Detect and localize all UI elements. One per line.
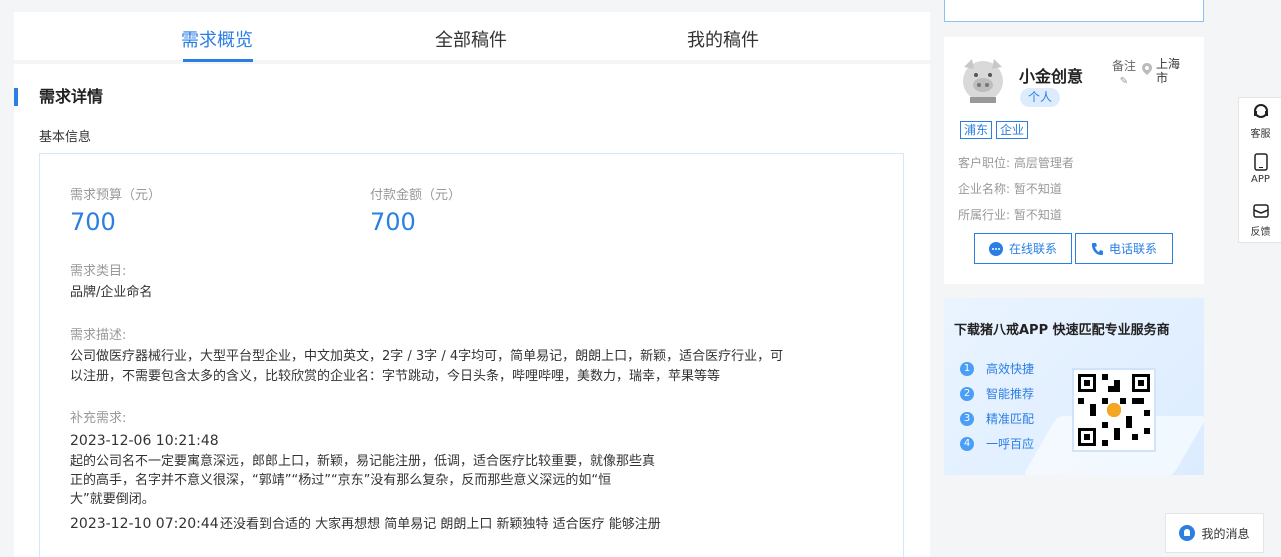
client-profile-card: 小金创意 个人 备注 ✎ 上海 市 浦东 企业 客户职位: 高层管理者 企业名称… [944, 37, 1204, 284]
tab-bar: 需求概览 全部稿件 我的稿件 [14, 12, 930, 64]
edit-icon: ✎ [1119, 76, 1129, 87]
supplement-line: 大”就要倒闭。 [70, 492, 155, 507]
company-row: 企业名称: 暂不知道 [958, 180, 1062, 197]
supplement-label: 补充需求: [70, 411, 127, 426]
qr-code [1072, 368, 1156, 452]
my-messages-button[interactable]: 我的消息 [1165, 513, 1264, 553]
section-subtitle: 基本信息 [39, 130, 92, 145]
location-line: 市 [1156, 71, 1169, 85]
note-label: 备注 [1111, 59, 1136, 73]
tab-all-submissions[interactable]: 全部稿件 [435, 26, 507, 52]
supplement-line: 正的高手，名字并不意义很深，“郭靖”“杨过”“京东”没有那么复杂，反而那些意义深… [70, 473, 612, 488]
feedback-button[interactable]: 反馈 [1239, 202, 1281, 238]
budget-label: 需求预算（元） [70, 188, 162, 203]
online-contact-label: 在线联系 [1008, 242, 1057, 256]
company-label: 企业名称: [958, 182, 1011, 196]
paid-label: 付款金额（元） [370, 188, 462, 203]
mobile-phone-icon [1253, 153, 1268, 171]
category-label: 需求类目: [70, 264, 127, 279]
phone-icon [1091, 242, 1103, 255]
top-right-card [944, 0, 1204, 22]
supplement-line: 起的公司名不一定要寓意深远，郎郎上口，新颖，易记能注册，低调，适合医疗比较重要，… [70, 454, 656, 469]
app-download-banner[interactable]: 下载猪八戒APP 快速匹配专业服务商 1 高效快捷 2 智能推荐 3 精准匹配 … [944, 298, 1204, 475]
supplement-time: 2023-12-06 10:21:48 [70, 433, 219, 449]
promo-title: 下载猪八戒APP 快速匹配专业服务商 [954, 323, 1170, 338]
feedback-icon [1252, 204, 1269, 218]
phone-contact-button[interactable]: 电话联系 [1075, 233, 1173, 264]
description-label: 需求描述: [70, 328, 127, 343]
position-row: 客户职位: 高层管理者 [958, 154, 1074, 171]
chat-bubble-icon [988, 241, 1003, 256]
my-messages-label: 我的消息 [1201, 526, 1250, 541]
description-line: 以注册，不需要包含太多的含义，比较欣赏的企业名：字节跳动，今日头条，哔哩哔哩，美… [70, 369, 721, 384]
position-label: 客户职位: [958, 156, 1011, 170]
industry-value: 暂不知道 [1013, 208, 1062, 222]
company-value: 暂不知道 [1013, 182, 1062, 196]
basic-info-box: 需求预算（元） 700 付款金额（元） 700 需求类目: 品牌/企业命名 需求… [39, 153, 904, 557]
feature-item: 2 智能推荐 [960, 385, 1034, 402]
section-title: 需求详情 [14, 88, 103, 106]
qr-code-icon [1078, 374, 1150, 446]
feature-number: 2 [960, 386, 974, 401]
client-type-badge: 个人 [1020, 88, 1061, 107]
feature-item: 1 高效快捷 [960, 360, 1034, 377]
headset-icon [1253, 104, 1268, 118]
feature-number: 1 [960, 361, 974, 376]
feature-label: 精准匹配 [986, 412, 1035, 426]
main-panel: 需求概览 全部稿件 我的稿件 需求详情 基本信息 需求预算（元） 700 付款金… [14, 12, 930, 557]
customer-service-button[interactable]: 客服 [1239, 104, 1281, 140]
message-bell-icon [1179, 525, 1196, 541]
app-button[interactable]: APP [1239, 153, 1281, 185]
client-location: 上海 市 [1144, 57, 1180, 85]
note-button[interactable]: 备注 ✎ [1111, 57, 1137, 87]
tab-overview[interactable]: 需求概览 [181, 26, 253, 62]
industry-row: 所属行业: 暂不知道 [958, 206, 1062, 223]
feature-label: 智能推荐 [986, 387, 1035, 401]
pig-avatar-icon [963, 59, 1003, 103]
location-line: 上海 [1156, 57, 1181, 71]
client-name: 小金创意 [1019, 67, 1084, 86]
feedback-label: 反馈 [1250, 227, 1271, 238]
tab-my-submissions[interactable]: 我的稿件 [687, 26, 759, 52]
feature-item: 3 精准匹配 [960, 410, 1034, 427]
tag-chip: 企业 [996, 121, 1029, 139]
supplement-text: 还没看到合适的 大家再想想 简单易记 朗朗上口 新颖独特 适合医疗 能够注册 [220, 517, 661, 532]
tag-list: 浦东 企业 [960, 121, 1029, 139]
industry-label: 所属行业: [958, 208, 1011, 222]
app-label: APP [1251, 174, 1270, 185]
feature-label: 高效快捷 [986, 362, 1035, 376]
position-value: 高层管理者 [1013, 156, 1074, 170]
tag-chip: 浦东 [960, 121, 993, 139]
customer-service-label: 客服 [1250, 129, 1271, 140]
description-line: 公司做医疗器械行业，大型平台型企业，中文加英文，2字 / 3字 / 4字均可，简… [70, 349, 784, 364]
feature-label: 一呼百应 [986, 437, 1035, 451]
feature-item: 4 一呼百应 [960, 435, 1034, 452]
phone-contact-label: 电话联系 [1108, 242, 1157, 256]
feature-number: 4 [960, 436, 974, 451]
supplement-time: 2023-12-10 07:20:44 [70, 516, 219, 532]
floating-sidebar: 客服 APP 反馈 [1238, 97, 1281, 243]
online-contact-button[interactable]: 在线联系 [974, 233, 1072, 264]
paid-value: 700 [370, 208, 416, 236]
category-value: 品牌/企业命名 [70, 285, 153, 300]
budget-value: 700 [70, 208, 116, 236]
feature-number: 3 [960, 411, 974, 426]
